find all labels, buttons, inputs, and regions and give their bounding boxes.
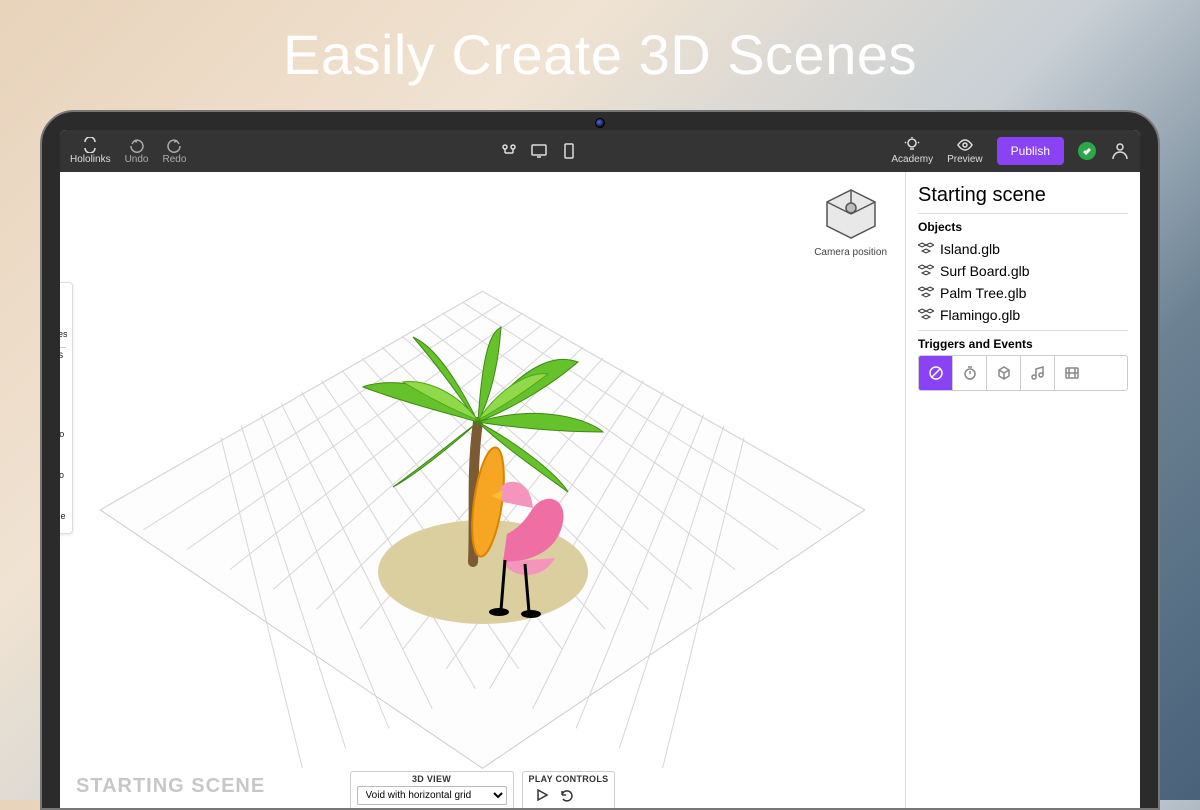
academy-button[interactable]: Academy [891,137,933,165]
view-mode-select[interactable]: Void with horizontal grid [357,786,507,805]
add-image-button[interactable]: Add image [60,486,68,527]
scene-name-overlay: STARTING SCENE [76,775,265,798]
brand-logo[interactable]: Hololinks [70,137,111,165]
app-screen: Hololinks Undo Redo [60,130,1140,808]
upload-files-button[interactable]: Upload files [60,304,68,345]
user-menu[interactable] [1110,141,1130,161]
lightbulb-icon [904,137,920,153]
object-item[interactable]: Flamingo.glb [918,304,1128,326]
inspector-panel: Starting scene Objects Island.glb Surf B… [905,172,1140,808]
vr-preview[interactable] [501,143,517,159]
add-audio-button[interactable]: Add audio [60,404,68,445]
object-item[interactable]: Surf Board.glb [918,260,1128,282]
trigger-object[interactable] [987,356,1021,390]
mesh-icon [918,285,934,301]
left-toolbar: Upload Upload files Libraries Add 3D Add… [60,282,73,534]
publish-button[interactable]: Publish [997,137,1064,165]
divider [918,330,1128,331]
objects-section-label: Objects [918,220,1128,234]
monitor-icon [531,143,547,159]
camera-gizmo-label: Camera position [814,247,887,258]
play-controls-box: PLAY CONTROLS [522,771,616,808]
workspace: Camera position Upload Upload files Libr… [60,172,1140,808]
phone-icon [561,143,577,159]
preview-button[interactable]: Preview [947,137,983,165]
play-controls-label: PLAY CONTROLS [529,774,609,784]
mesh-icon [918,241,934,257]
desktop-preview[interactable] [531,143,547,159]
add-audio-label: Add audio [60,430,64,439]
object-label: Palm Tree.glb [940,285,1026,301]
eye-icon [957,137,973,153]
divider [60,347,66,348]
trigger-video[interactable] [1055,356,1089,390]
add-video-label: Add video [60,471,64,480]
brand-label: Hololinks [70,154,111,165]
mesh-icon [918,263,934,279]
add-video-button[interactable]: Add video [60,445,68,486]
scene-objects [333,312,633,642]
3d-view-label: 3D VIEW [357,774,507,784]
triggers-section-label: Triggers and Events [918,337,1128,351]
hero-headline: Easily Create 3D Scenes [0,22,1200,87]
object-item[interactable]: Island.glb [918,238,1128,260]
user-icon [1110,141,1130,161]
trigger-none[interactable] [919,356,953,390]
3d-view-selector: 3D VIEW Void with horizontal grid [350,771,514,808]
libraries-header: Libraries [60,350,68,361]
redo-label: Redo [162,154,186,165]
trigger-timer[interactable] [953,356,987,390]
undo-button[interactable]: Undo [125,137,149,165]
3d-viewport[interactable]: Camera position Upload Upload files Libr… [60,172,905,808]
add-image-label: Add image [60,512,66,521]
redo-icon [166,137,182,153]
viewport-footer: 3D VIEW Void with horizontal grid PLAY C… [350,771,616,808]
device-preview-group [501,143,577,159]
camera-position-gizmo[interactable]: Camera position [814,184,887,258]
laptop-frame: Hololinks Undo Redo [40,110,1160,810]
mobile-preview[interactable] [561,143,577,159]
undo-label: Undo [125,154,149,165]
trigger-audio[interactable] [1021,356,1055,390]
hololinks-logo-icon [82,137,98,153]
headset-icon [501,143,517,159]
triggers-toolbar [918,355,1128,391]
object-label: Flamingo.glb [940,307,1020,323]
object-item[interactable]: Palm Tree.glb [918,282,1128,304]
add-3d-button[interactable]: Add 3D [60,363,68,404]
check-icon [1082,146,1092,156]
academy-label: Academy [891,154,933,165]
divider [918,213,1128,214]
preview-label: Preview [947,154,983,165]
undo-icon [129,137,145,153]
object-label: Surf Board.glb [940,263,1030,279]
redo-button[interactable]: Redo [162,137,186,165]
upload-header: Upload [60,291,68,302]
object-label: Island.glb [940,241,1000,257]
laptop-camera [595,118,605,128]
upload-files-label: Upload files [60,330,68,339]
save-status-indicator [1078,142,1096,160]
scene-title: Starting scene [918,184,1128,207]
mesh-icon [918,307,934,323]
top-toolbar: Hololinks Undo Redo [60,130,1140,172]
